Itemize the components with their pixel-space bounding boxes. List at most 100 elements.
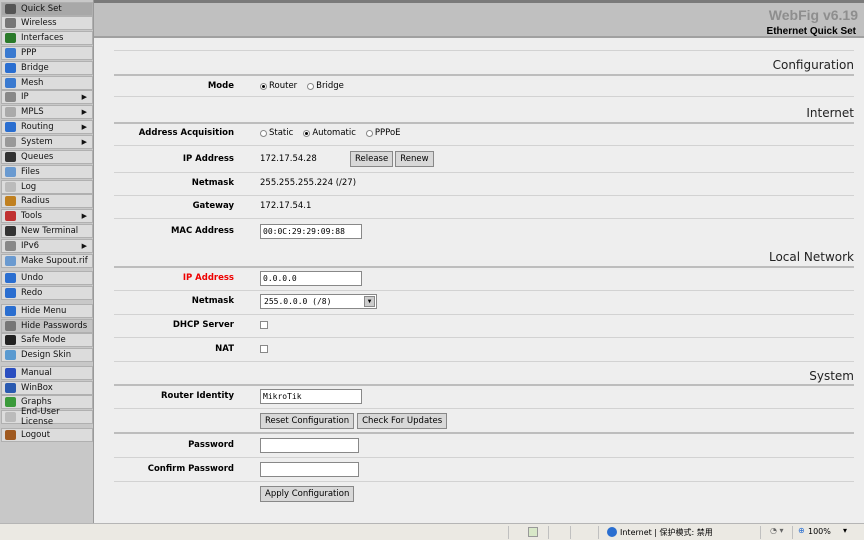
- mpls-icon: [5, 107, 16, 117]
- sidebar-item-logout[interactable]: Logout: [1, 428, 93, 442]
- sidebar-item-label: Log: [21, 182, 37, 192]
- sidebar-item-files[interactable]: Files: [1, 165, 93, 179]
- sidebar-item-label: Quick Set: [21, 4, 62, 14]
- mode-row: Mode Router Bridge: [94, 77, 864, 95]
- netmask-value: 255.255.255.224 (/27): [260, 178, 357, 188]
- mode-router-radio[interactable]: Router: [260, 81, 297, 91]
- sidebar-item-label: Manual: [21, 368, 52, 378]
- sidebar-item-undo[interactable]: Undo: [1, 271, 93, 285]
- sidebar-item-label: WinBox: [21, 383, 53, 393]
- wireless-icon: [5, 18, 16, 28]
- sidebar-item-queues[interactable]: Queues: [1, 150, 93, 164]
- renew-button[interactable]: Renew: [395, 151, 434, 167]
- mode-bridge-radio[interactable]: Bridge: [307, 81, 344, 91]
- tools-icon: [5, 211, 16, 221]
- sidebar-item-label: IP: [21, 92, 29, 102]
- confirm-password-input[interactable]: [260, 461, 359, 477]
- dhcp-server-checkbox[interactable]: [260, 321, 268, 329]
- acq-pppoe-radio[interactable]: PPPoE: [365, 128, 401, 138]
- zoom-level[interactable]: 100%: [808, 527, 831, 536]
- terminal-icon: [5, 226, 16, 236]
- radius-users-icon: [5, 196, 16, 206]
- sidebar-item-make-supout-rif[interactable]: Make Supout.rif: [1, 254, 93, 268]
- zoom-dropdown-icon[interactable]: ▾: [843, 526, 847, 535]
- sidebar-item-tools[interactable]: Tools ▶: [1, 209, 93, 223]
- section-system: System: [809, 369, 854, 383]
- mesh-icon: [5, 78, 16, 88]
- mode-label: Mode: [207, 81, 234, 91]
- sidebar-item-hide-menu[interactable]: Hide Menu: [1, 304, 93, 318]
- design-skin-icon: [5, 350, 16, 360]
- apply-configuration-button[interactable]: Apply Configuration: [260, 486, 355, 502]
- gateway-label: Gateway: [192, 201, 234, 211]
- bridge-icon: [5, 63, 16, 73]
- lan-ip-input[interactable]: [260, 270, 362, 286]
- sidebar-item-hide-passwords[interactable]: Hide Passwords: [1, 319, 93, 333]
- sidebar-item-label: Tools: [21, 211, 42, 221]
- acq-static-radio[interactable]: Static: [260, 128, 293, 138]
- mac-address-input[interactable]: [260, 223, 362, 239]
- files-folder-icon: [5, 167, 16, 177]
- submenu-arrow-icon: ▶: [81, 108, 87, 116]
- sidebar-item-new-terminal[interactable]: New Terminal: [1, 224, 93, 238]
- sidebar-item-ppp[interactable]: PPP: [1, 46, 93, 60]
- sidebar-item-routing[interactable]: Routing ▶: [1, 120, 93, 134]
- section-local-network: Local Network: [768, 250, 854, 264]
- gateway-value: 172.17.54.1: [260, 201, 312, 211]
- sidebar-item-bridge[interactable]: Bridge: [1, 61, 93, 75]
- routing-icon: [5, 122, 16, 132]
- system-gear-icon: [5, 137, 16, 147]
- sidebar-item-ip[interactable]: IP ▶: [1, 90, 93, 104]
- sidebar-item-log[interactable]: Log: [1, 180, 93, 194]
- lan-netmask-select[interactable]: 255.0.0.0 (/8) ▼: [260, 293, 377, 309]
- sidebar-item-mpls[interactable]: MPLS ▶: [1, 105, 93, 119]
- ipv6-icon: [5, 241, 16, 251]
- lan-ip-label: IP Address: [182, 273, 234, 283]
- chevron-down-icon[interactable]: ▼: [364, 295, 375, 307]
- dhcp-server-row: DHCP Server: [94, 316, 864, 334]
- sidebar-item-quick-set[interactable]: Quick Set: [1, 2, 93, 16]
- hide-passwords-icon: [5, 321, 16, 331]
- sidebar-item-radius[interactable]: Radius: [1, 194, 93, 208]
- ip-address-value: 172.17.54.28: [260, 154, 317, 164]
- browser-status-bar: Internet | 保护模式: 禁用 ◔ ▾ ⊕ 100% ▾: [0, 523, 864, 540]
- nat-checkbox[interactable]: [260, 345, 268, 353]
- reset-configuration-button[interactable]: Reset Configuration: [260, 413, 355, 429]
- sidebar-item-label: Make Supout.rif: [21, 256, 88, 266]
- sidebar-item-interfaces[interactable]: Interfaces: [1, 31, 93, 45]
- ppp-icon: [5, 48, 16, 58]
- status-icon: [528, 527, 538, 537]
- sidebar-item-wireless[interactable]: Wireless: [1, 16, 93, 30]
- submenu-arrow-icon: ▶: [81, 242, 87, 250]
- quick-set-form: Configuration Mode Router Bridge Interne…: [94, 38, 864, 523]
- sidebar-item-mesh[interactable]: Mesh: [1, 76, 93, 90]
- sidebar-item-label: Bridge: [21, 63, 49, 73]
- log-icon: [5, 182, 16, 192]
- manual-help-icon: [5, 368, 16, 378]
- quick-set-icon: [5, 4, 16, 14]
- acq-automatic-radio[interactable]: Automatic: [303, 128, 356, 138]
- submenu-arrow-icon: ▶: [81, 123, 87, 131]
- security-zone: Internet | 保护模式: 禁用: [620, 528, 713, 537]
- sidebar-item-safe-mode[interactable]: Safe Mode: [1, 333, 93, 347]
- router-identity-input[interactable]: [260, 388, 362, 404]
- sidebar-item-end-user-license[interactable]: End-User License: [1, 407, 93, 427]
- sidebar-item-manual[interactable]: Manual: [1, 366, 93, 380]
- confirm-password-label: Confirm Password: [147, 464, 234, 474]
- router-identity-row: Router Identity: [94, 387, 864, 405]
- check-for-updates-button[interactable]: Check For Updates: [357, 413, 448, 429]
- brand-title: WebFig v6.19: [768, 7, 858, 23]
- sidebar-item-label: PPP: [21, 48, 37, 58]
- sidebar-item-redo[interactable]: Redo: [1, 286, 93, 300]
- ip-address-row: IP Address 172.17.54.28 Release Renew: [94, 150, 864, 168]
- sidebar-item-winbox[interactable]: WinBox: [1, 381, 93, 395]
- sidebar-item-system[interactable]: System ▶: [1, 135, 93, 149]
- nat-row: NAT: [94, 340, 864, 358]
- nat-label: NAT: [215, 344, 234, 354]
- sidebar-item-ipv6[interactable]: IPv6 ▶: [1, 239, 93, 253]
- submenu-arrow-icon: ▶: [81, 138, 87, 146]
- release-button[interactable]: Release: [350, 151, 394, 167]
- sidebar-item-design-skin[interactable]: Design Skin: [1, 348, 93, 362]
- settings-dropdown-icon[interactable]: ◔ ▾: [770, 526, 784, 535]
- password-input[interactable]: [260, 437, 359, 453]
